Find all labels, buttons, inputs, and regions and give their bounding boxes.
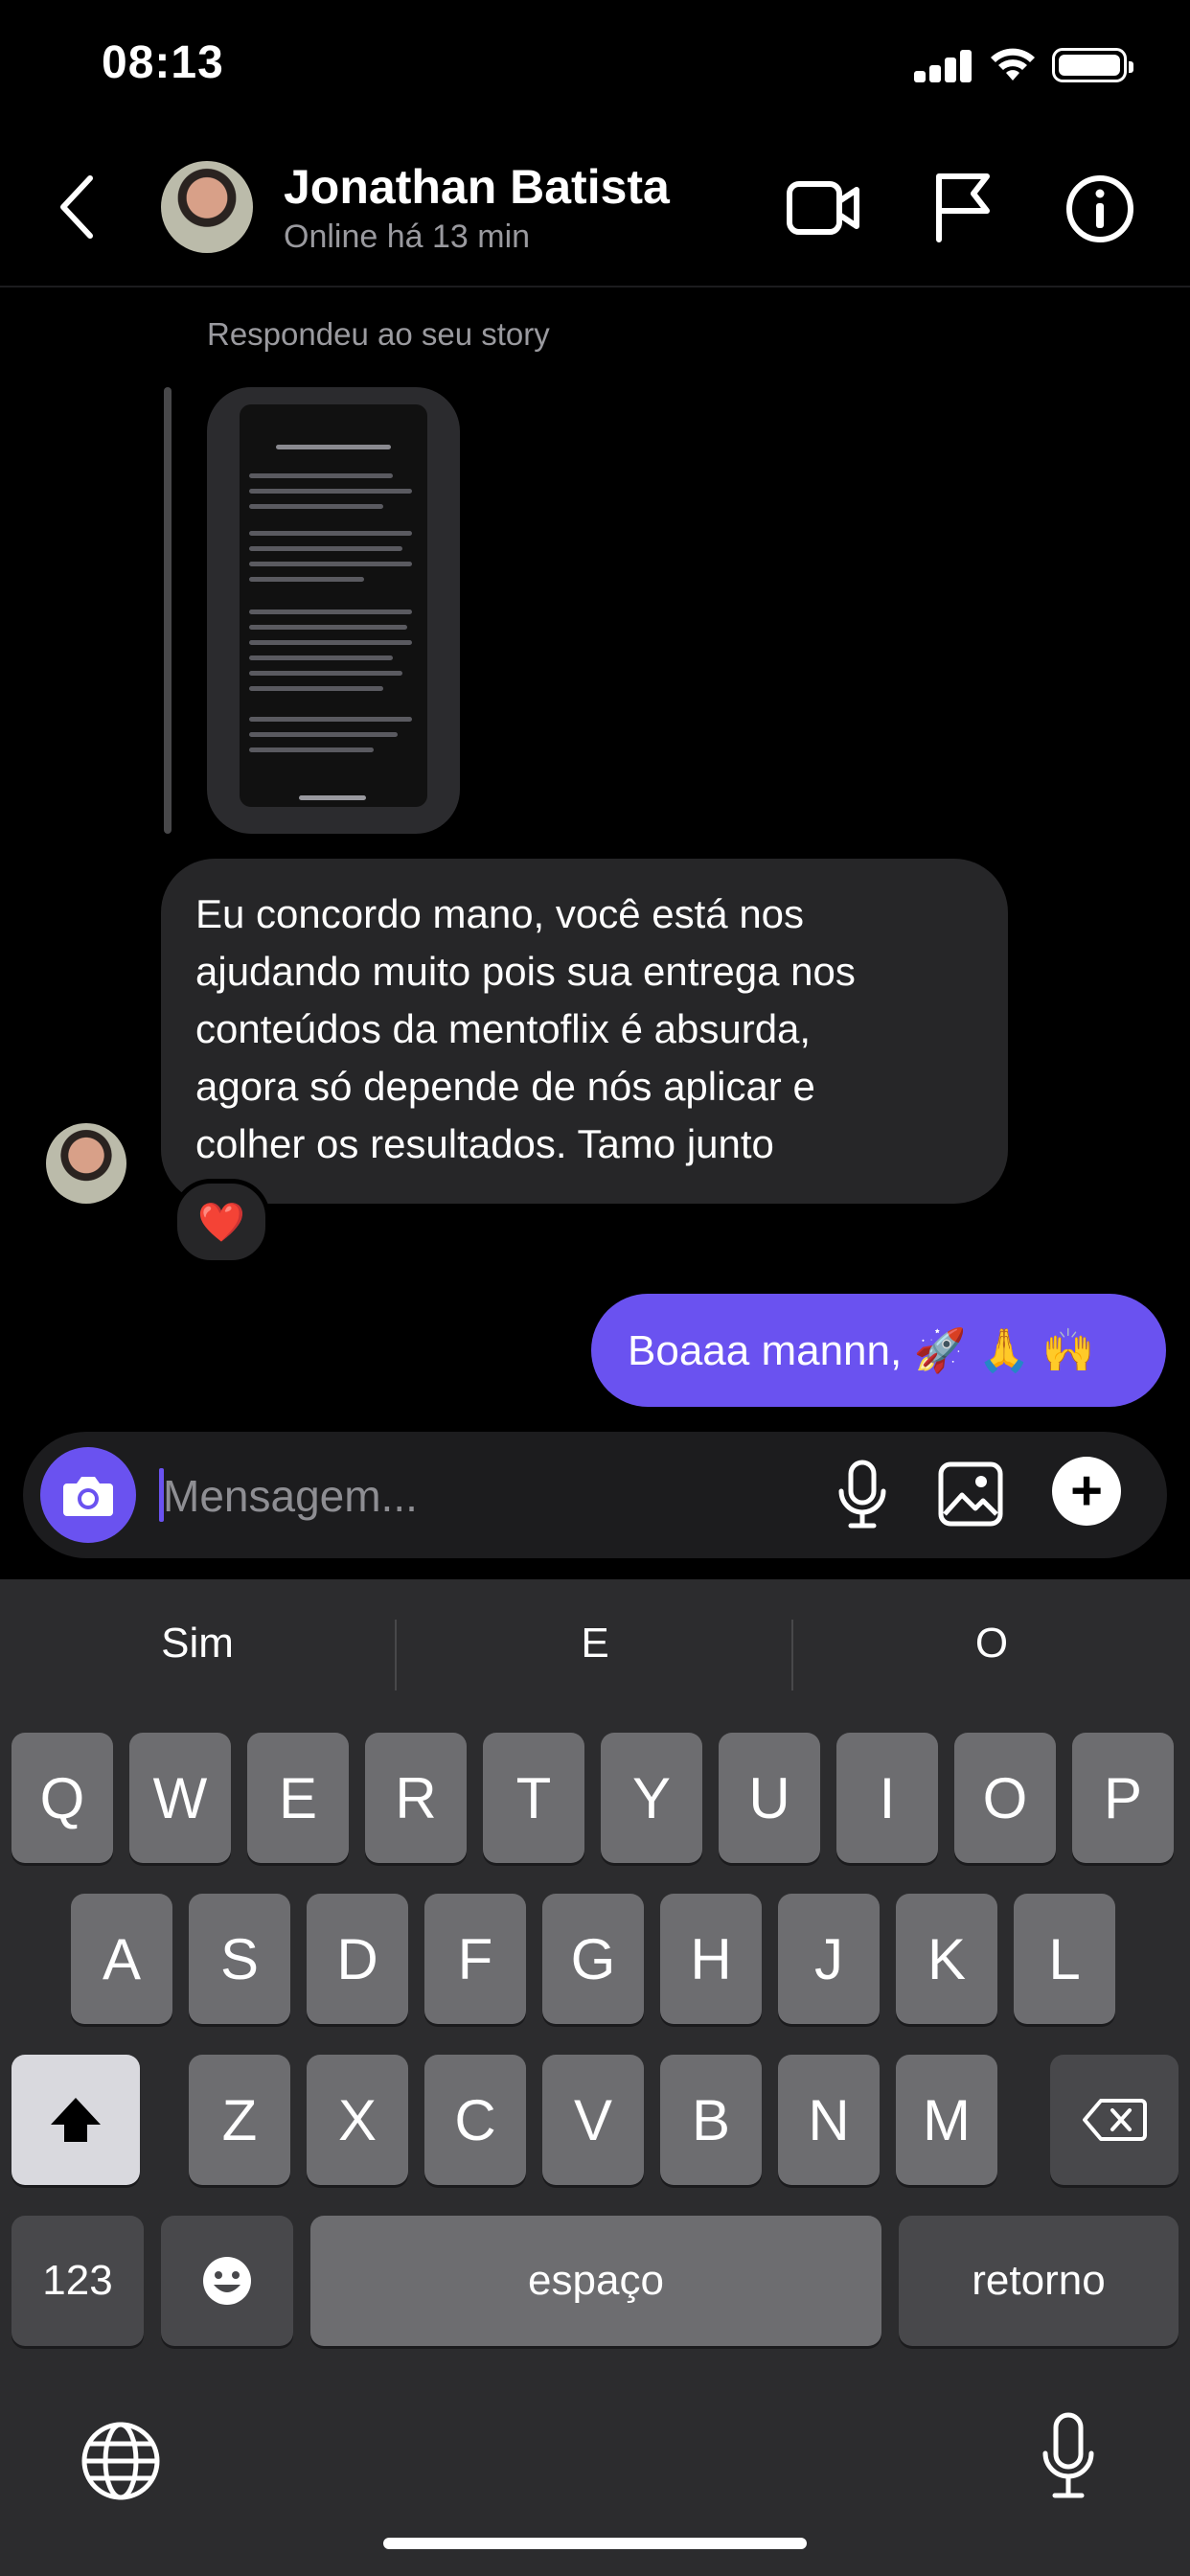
key-o[interactable]: O	[954, 1733, 1056, 1863]
camera-icon	[63, 1477, 113, 1516]
suggestion-3[interactable]: O	[800, 1620, 1183, 1668]
key-a[interactable]: A	[71, 1894, 172, 2024]
story-reply-caption: Respondeu ao seu story	[207, 316, 550, 352]
key-k[interactable]: K	[896, 1894, 997, 2024]
status-time: 08:13	[102, 37, 224, 88]
backspace-icon	[1083, 2099, 1147, 2141]
emoji-icon	[203, 2257, 251, 2305]
key-d[interactable]: D	[307, 1894, 408, 2024]
backspace-key[interactable]	[1050, 2055, 1179, 2185]
outgoing-message-bubble[interactable]: Boaaa mannn, 🚀 🙏 🙌	[591, 1294, 1166, 1407]
key-r[interactable]: R	[365, 1733, 467, 1863]
key-t[interactable]: T	[483, 1733, 584, 1863]
key-h[interactable]: H	[660, 1894, 762, 2024]
suggestion-divider	[395, 1620, 397, 1690]
message-line: conteúdos da mentoflix é absurda,	[195, 1006, 812, 1051]
suggestion-divider	[791, 1620, 793, 1690]
key-q[interactable]: Q	[11, 1733, 113, 1863]
key-g[interactable]: G	[542, 1894, 644, 2024]
key-y[interactable]: Y	[601, 1733, 702, 1863]
info-icon[interactable]	[1065, 174, 1134, 243]
key-c[interactable]: C	[424, 2055, 526, 2185]
shift-key[interactable]	[11, 2055, 140, 2185]
header-divider	[0, 286, 1190, 288]
sender-avatar[interactable]	[46, 1123, 126, 1204]
message-line: agora só depende de nós aplicar e	[195, 1064, 815, 1109]
space-key[interactable]: espaço	[310, 2216, 881, 2346]
key-p[interactable]: P	[1072, 1733, 1174, 1863]
shift-arrow-icon	[51, 2098, 101, 2142]
key-f[interactable]: F	[424, 1894, 526, 2024]
video-camera-icon[interactable]	[786, 174, 862, 242]
contact-status: Online há 13 min	[284, 218, 531, 255]
key-e[interactable]: E	[247, 1733, 349, 1863]
story-reply-rail	[164, 387, 172, 834]
heart-reaction[interactable]: ❤️	[172, 1179, 270, 1265]
camera-button[interactable]	[40, 1447, 136, 1543]
numbers-key[interactable]: 123	[11, 2216, 144, 2346]
key-l[interactable]: L	[1014, 1894, 1115, 2024]
back-chevron-icon[interactable]	[56, 174, 98, 240]
key-u[interactable]: U	[719, 1733, 820, 1863]
key-b[interactable]: B	[660, 2055, 762, 2185]
key-j[interactable]: J	[778, 1894, 880, 2024]
suggestion-2[interactable]: E	[403, 1620, 787, 1668]
key-i[interactable]: I	[836, 1733, 938, 1863]
story-thumbnail[interactable]	[207, 387, 460, 834]
incoming-message-bubble[interactable]: Eu concordo mano, você está nos ajudando…	[161, 859, 1008, 1204]
dictation-microphone-icon[interactable]	[1041, 2411, 1096, 2503]
key-x[interactable]: X	[307, 2055, 408, 2185]
contact-name[interactable]: Jonathan Batista	[284, 159, 670, 215]
emoji-key[interactable]	[161, 2216, 293, 2346]
message-line: colher os resultados. Tamo junto	[195, 1121, 774, 1166]
message-line: Eu concordo mano, você está nos	[195, 891, 805, 936]
return-key[interactable]: retorno	[899, 2216, 1179, 2346]
message-line: ajudando muito pois sua entrega nos	[195, 949, 856, 994]
add-attachment-button[interactable]: +	[1052, 1457, 1121, 1526]
cellular-signal-icon	[914, 48, 972, 82]
wifi-icon	[991, 48, 1035, 80]
flag-icon[interactable]	[931, 171, 995, 243]
suggestion-1[interactable]: Sim	[6, 1620, 389, 1668]
battery-icon	[1052, 48, 1133, 82]
message-input[interactable]	[161, 1459, 778, 1533]
plus-icon: +	[1070, 1460, 1103, 1522]
contact-avatar[interactable]	[161, 161, 253, 253]
gallery-icon[interactable]	[937, 1460, 1004, 1528]
microphone-icon[interactable]	[835, 1459, 889, 1531]
key-z[interactable]: Z	[189, 2055, 290, 2185]
globe-icon[interactable]	[80, 2421, 161, 2501]
key-v[interactable]: V	[542, 2055, 644, 2185]
key-s[interactable]: S	[189, 1894, 290, 2024]
key-n[interactable]: N	[778, 2055, 880, 2185]
key-w[interactable]: W	[129, 1733, 231, 1863]
key-m[interactable]: M	[896, 2055, 997, 2185]
home-indicator[interactable]	[383, 2538, 807, 2549]
